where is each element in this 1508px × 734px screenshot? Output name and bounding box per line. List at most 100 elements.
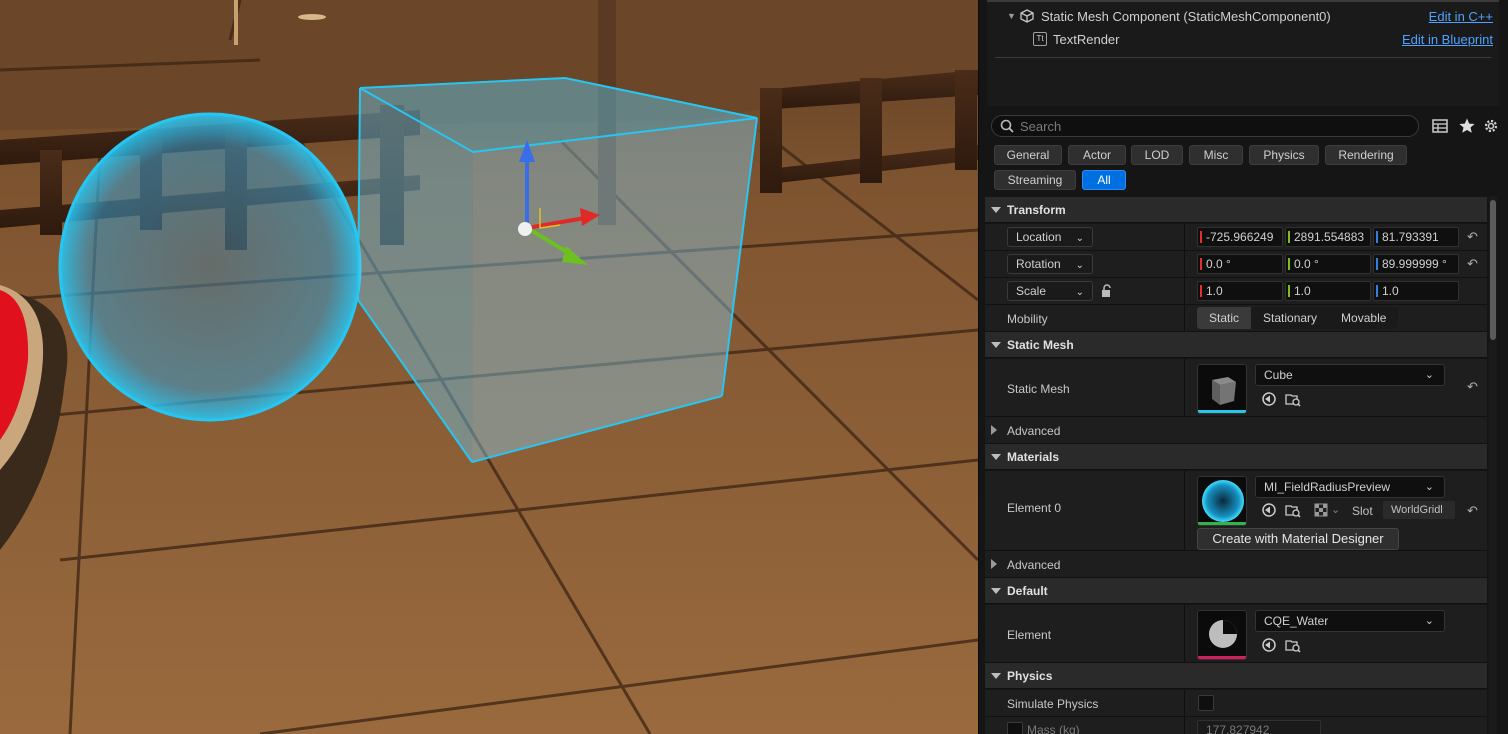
collapse-triangle-icon (991, 207, 1001, 213)
use-selected-asset-icon[interactable] (1261, 637, 1277, 653)
use-selected-asset-icon[interactable] (1261, 391, 1277, 407)
details-search[interactable] (991, 115, 1419, 137)
default-asset-picker[interactable]: CQE_Water ⌄ (1255, 610, 1445, 632)
edit-in-blueprint-link[interactable]: Edit in Blueprint (1402, 32, 1493, 47)
viewport-scene (0, 0, 978, 734)
filter-all[interactable]: All (1082, 170, 1126, 190)
mobility-movable-option[interactable]: Movable (1329, 307, 1398, 329)
rotation-mode-dropdown[interactable]: Rotation ⌄ (1007, 254, 1093, 274)
mass-override-checkbox[interactable] (1007, 722, 1023, 734)
scale-x-field[interactable]: 1.0 (1197, 281, 1283, 301)
row-scale: Scale ⌄ 1.0 1.0 1.0 (985, 278, 1487, 305)
reset-rotation-icon[interactable]: ↶ (1467, 257, 1481, 271)
chevron-down-icon: ⌄ (1075, 260, 1084, 271)
section-default[interactable]: Default (985, 578, 1487, 604)
gear-settings-icon[interactable] (1482, 117, 1500, 135)
level-viewport[interactable] (0, 0, 978, 734)
filter-rendering[interactable]: Rendering (1325, 145, 1407, 165)
scale-y-field[interactable]: 1.0 (1285, 281, 1371, 301)
collapse-triangle-icon (991, 342, 1001, 348)
mobility-stationary-option[interactable]: Stationary (1251, 307, 1329, 329)
section-title: Default (1007, 584, 1048, 598)
checker-preview-icon[interactable] (1313, 502, 1329, 518)
browse-asset-icon[interactable] (1285, 502, 1301, 518)
section-materials[interactable]: Materials (985, 444, 1487, 470)
property-matrix-icon[interactable] (1431, 117, 1449, 135)
location-y-field[interactable]: 2891.554883 (1285, 227, 1371, 247)
filter-streaming[interactable]: Streaming (994, 170, 1076, 190)
slot-name-field[interactable]: WorldGridl (1383, 501, 1455, 519)
tree-item-textrender[interactable]: Tt TextRender Edit in Blueprint (987, 28, 1499, 50)
asset-type-bar (1198, 656, 1246, 659)
expand-triangle-icon (991, 425, 997, 435)
section-physics[interactable]: Physics (985, 663, 1487, 689)
chevron-down-icon: ⌄ (1424, 615, 1434, 627)
star-favorites-icon[interactable] (1458, 117, 1476, 135)
filter-physics[interactable]: Physics (1249, 145, 1319, 165)
advanced-label: Advanced (1007, 558, 1061, 572)
scale-z-field[interactable]: 1.0 (1373, 281, 1459, 301)
chevron-down-icon: ⌄ (1424, 481, 1434, 493)
filter-misc[interactable]: Misc (1189, 145, 1243, 165)
material-thumbnail[interactable] (1197, 476, 1247, 526)
section-static-mesh[interactable]: Static Mesh (985, 332, 1487, 358)
collapse-triangle-icon (991, 673, 1001, 679)
filter-general[interactable]: General (994, 145, 1062, 165)
checker-chevron-icon[interactable]: ⌄ (1331, 503, 1340, 516)
mass-label: Mass (kg) (1027, 723, 1080, 734)
text-render-icon: Tt (1033, 32, 1047, 46)
details-scrollbar[interactable] (1489, 196, 1497, 734)
create-with-material-designer-button[interactable]: Create with Material Designer (1197, 528, 1399, 550)
advanced-label: Advanced (1007, 424, 1061, 438)
expand-triangle-icon (991, 559, 997, 569)
section-title: Materials (1007, 450, 1060, 464)
edit-in-cpp-link[interactable]: Edit in C++ (1429, 9, 1493, 24)
static-mesh-asset-picker[interactable]: Cube ⌄ (1255, 364, 1445, 386)
search-input[interactable] (1020, 118, 1400, 134)
static-mesh-thumbnail[interactable] (1197, 364, 1247, 414)
component-tree: ▼ Static Mesh Component (StaticMeshCompo… (987, 0, 1499, 106)
browse-asset-icon[interactable] (1285, 391, 1301, 407)
location-x-field[interactable]: -725.966249 (1197, 227, 1283, 247)
filter-actor[interactable]: Actor (1068, 145, 1126, 165)
reset-location-icon[interactable]: ↶ (1467, 230, 1481, 244)
details-panel: ▼ Static Mesh Component (StaticMeshCompo… (978, 0, 1508, 734)
location-z-field[interactable]: 81.793391 (1373, 227, 1459, 247)
section-title: Physics (1007, 669, 1053, 683)
browse-asset-icon[interactable] (1285, 637, 1301, 653)
use-selected-asset-icon[interactable] (1261, 502, 1277, 518)
location-mode-dropdown[interactable]: Location ⌄ (1007, 227, 1093, 247)
material-asset-picker[interactable]: MI_FieldRadiusPreview ⌄ (1255, 476, 1445, 498)
tree-divider (995, 57, 1491, 58)
reset-static-mesh-icon[interactable]: ↶ (1467, 380, 1481, 394)
row-materials-advanced[interactable]: Advanced (985, 551, 1487, 578)
element-label: Element (1007, 628, 1052, 642)
row-material-element-0: Element 0 MI_FieldRadiusPreview ⌄ ⌄ Slot… (985, 471, 1487, 551)
reset-material-icon[interactable]: ↶ (1467, 504, 1481, 518)
simulate-physics-checkbox[interactable] (1198, 695, 1214, 711)
chevron-down-icon: ⌄ (1424, 369, 1434, 381)
scale-mode-dropdown[interactable]: Scale ⌄ (1007, 281, 1093, 301)
rotation-z-field[interactable]: 89.999999 ° (1373, 254, 1459, 274)
section-transform[interactable]: Transform (985, 197, 1487, 223)
expand-caret-icon[interactable]: ▼ (1007, 11, 1017, 21)
rotation-y-field[interactable]: 0.0 ° (1285, 254, 1371, 274)
collapse-triangle-icon (991, 588, 1001, 594)
mobility-static-option[interactable]: Static (1197, 307, 1252, 329)
row-mass: Mass (kg) 177.827942 (985, 717, 1487, 734)
mass-field[interactable]: 177.827942 (1197, 720, 1321, 734)
tree-item-static-mesh-component[interactable]: ▼ Static Mesh Component (StaticMeshCompo… (987, 5, 1499, 27)
material-sphere-preview (1202, 480, 1244, 522)
filter-lod[interactable]: LOD (1131, 145, 1183, 165)
row-rotation: Rotation ⌄ 0.0 ° 0.0 ° 89.999999 ° ↶ (985, 251, 1487, 278)
scrollbar-thumb[interactable] (1490, 200, 1496, 340)
asset-type-bar (1198, 410, 1246, 413)
mobility-label: Mobility (1007, 312, 1048, 326)
rotation-x-field[interactable]: 0.0 ° (1197, 254, 1283, 274)
row-static-mesh-advanced[interactable]: Advanced (985, 417, 1487, 444)
slot-label: Slot (1352, 504, 1373, 518)
lock-icon[interactable] (1100, 284, 1114, 298)
default-element-thumbnail[interactable] (1197, 610, 1247, 660)
asset-name: Cube (1264, 368, 1293, 382)
location-label: Location (1016, 230, 1062, 244)
